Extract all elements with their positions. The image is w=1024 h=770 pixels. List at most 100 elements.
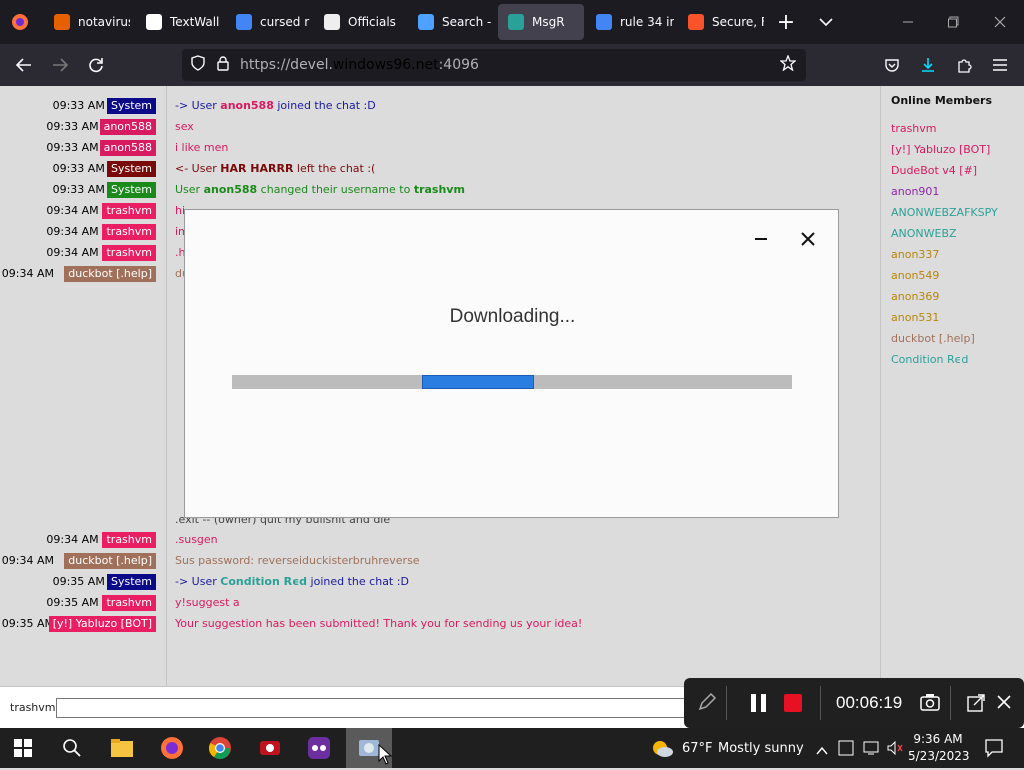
message-text: Sus password: reverseiduckisterbruhrever… <box>175 554 420 567</box>
hamburger-menu-icon[interactable] <box>984 49 1016 81</box>
message-time: 09:34 AM <box>46 204 99 217</box>
user-tag-badge[interactable]: duckbot [.help] <box>64 265 156 282</box>
minimize-window-button[interactable] <box>892 6 924 38</box>
browser-tab-bar: notavirus.co TextWall cursed r Officials Sea… <box>0 0 1024 44</box>
user-tag-badge[interactable]: [y!] Yabluzo [BOT] <box>48 615 156 632</box>
chat-message-row: 09:35 AM System -> User Condition Rϵd join… <box>0 571 880 592</box>
member-item[interactable]: Condition Rϵd <box>891 353 968 366</box>
network-icon[interactable] <box>862 740 880 760</box>
user-tag-badge[interactable]: System <box>106 573 156 590</box>
member-item[interactable]: ANONWEBZ <box>891 227 957 240</box>
message-input[interactable] <box>56 698 696 718</box>
browser-tab[interactable]: cursed r <box>226 4 310 40</box>
message-time: 09:35 AM <box>1 617 54 630</box>
user-tag-badge[interactable]: System <box>106 97 156 114</box>
volume-muted-icon[interactable] <box>886 740 904 760</box>
browser-tab[interactable]: notavirus.co <box>44 4 130 40</box>
member-item[interactable]: duckbot [.help] <box>891 332 975 345</box>
file-explorer-icon[interactable] <box>110 737 134 763</box>
stop-record-button[interactable] <box>784 694 802 712</box>
pocket-icon[interactable] <box>876 49 908 81</box>
weather-temp[interactable]: 67°F <box>682 741 713 756</box>
shield-icon[interactable] <box>190 55 206 75</box>
dialog-close-button[interactable] <box>796 227 820 251</box>
user-tag-badge[interactable]: trashvm <box>102 223 156 240</box>
message-time: 09:33 AM <box>52 162 105 175</box>
forward-arrow-icon[interactable] <box>44 49 76 81</box>
firefox-taskbar-icon[interactable] <box>160 736 184 764</box>
user-tag-badge[interactable]: duckbot [.help] <box>64 552 156 569</box>
extensions-icon[interactable] <box>948 49 980 81</box>
browser-tab[interactable]: Search - <box>408 4 494 40</box>
browser-tab[interactable]: TextWall <box>136 4 222 40</box>
camera-icon[interactable] <box>920 693 940 715</box>
pause-button[interactable] <box>750 694 768 716</box>
firefox-menu-icon[interactable] <box>4 6 36 38</box>
list-tabs-chevron-icon[interactable] <box>810 6 842 38</box>
expand-icon[interactable] <box>966 693 986 717</box>
screen-recorder-toolbar: 00:06:19 <box>684 678 1024 728</box>
member-item[interactable]: anon369 <box>891 290 939 303</box>
close-window-button[interactable] <box>984 6 1016 38</box>
tab-favicon-icon <box>54 14 70 30</box>
member-item[interactable]: anon337 <box>891 248 939 261</box>
tray-app-icon[interactable] <box>838 740 854 760</box>
back-arrow-icon[interactable] <box>8 49 40 81</box>
member-item[interactable]: anon531 <box>891 311 939 324</box>
tray-chevron-up-icon[interactable] <box>816 741 828 760</box>
url-bar[interactable]: https://devel.windows96.net:4096 <box>182 49 806 81</box>
browser-tab[interactable]: MsgR <box>498 4 584 40</box>
downloads-icon[interactable] <box>912 49 944 81</box>
member-item[interactable]: anon549 <box>891 269 939 282</box>
notifications-icon[interactable] <box>984 738 1004 762</box>
weather-text[interactable]: Mostly sunny <box>718 741 804 756</box>
tab-favicon-icon <box>324 14 340 30</box>
message-text-part: <- User <box>175 162 221 175</box>
search-icon[interactable] <box>62 738 82 762</box>
bookmark-star-icon[interactable] <box>779 54 797 75</box>
user-tag-badge[interactable]: trashvm <box>102 531 156 548</box>
user-tag-badge[interactable]: anon588 <box>99 139 156 156</box>
browser-tab[interactable]: Secure, F <box>678 4 764 40</box>
message-text: -> User anon588 joined the chat :D <box>175 99 376 112</box>
user-tag-badge[interactable]: trashvm <box>102 202 156 219</box>
message-text: User anon588 changed their username to t… <box>175 183 465 196</box>
browser-tab[interactable]: Officials <box>314 4 404 40</box>
chrome-taskbar-icon[interactable] <box>208 736 232 764</box>
member-item[interactable]: anon901 <box>891 185 939 198</box>
message-time: 09:35 AM <box>52 575 105 588</box>
member-item[interactable]: ANONWEBZAFKSPY <box>891 206 998 219</box>
pen-icon[interactable] <box>696 691 718 717</box>
recorder-taskbar-icon[interactable] <box>258 736 282 764</box>
browser-tab[interactable]: rule 34 ir <box>586 4 674 40</box>
new-tab-button[interactable]: + <box>770 6 802 38</box>
weather-icon[interactable] <box>650 738 674 762</box>
clock-time[interactable]: 9:36 AM <box>908 732 968 746</box>
user-tag-badge[interactable]: System <box>106 160 156 177</box>
message-time: 09:34 AM <box>1 267 54 280</box>
url-domain: windows96.net <box>332 57 439 73</box>
reload-icon[interactable] <box>80 49 112 81</box>
member-item[interactable]: [y!] Yabluzo [BOT] <box>891 143 990 156</box>
download-progress-fill <box>422 375 535 389</box>
clock-date[interactable]: 5/23/2023 <box>908 749 970 763</box>
windows-start-icon[interactable] <box>14 739 32 761</box>
close-recorder-icon[interactable] <box>996 694 1012 714</box>
member-item[interactable]: DudeBot v4 [#] <box>891 164 977 177</box>
member-item[interactable]: trashvm <box>891 122 937 135</box>
user-tag-badge[interactable]: anon588 <box>99 118 156 135</box>
user-tag-badge[interactable]: trashvm <box>102 244 156 261</box>
message-text-part: HAR HARRR <box>220 162 294 175</box>
message-text-part: changed their username to <box>257 183 414 196</box>
message-text-part: left the chat :( <box>293 162 376 175</box>
lock-icon[interactable] <box>216 55 230 75</box>
chat-message-row: 09:33 AM System <- User HAR HARRR left the… <box>0 158 880 179</box>
user-tag-badge[interactable]: trashvm <box>102 594 156 611</box>
app-taskbar-icon[interactable] <box>307 736 331 764</box>
chat-message-row: 09:33 AM anon588 sex <box>0 116 880 137</box>
restore-window-button[interactable] <box>938 6 970 38</box>
message-time: 09:34 AM <box>46 533 99 546</box>
user-tag-badge[interactable]: System <box>106 181 156 198</box>
dialog-minimize-button[interactable] <box>749 227 773 251</box>
message-time: 09:33 AM <box>46 120 99 133</box>
